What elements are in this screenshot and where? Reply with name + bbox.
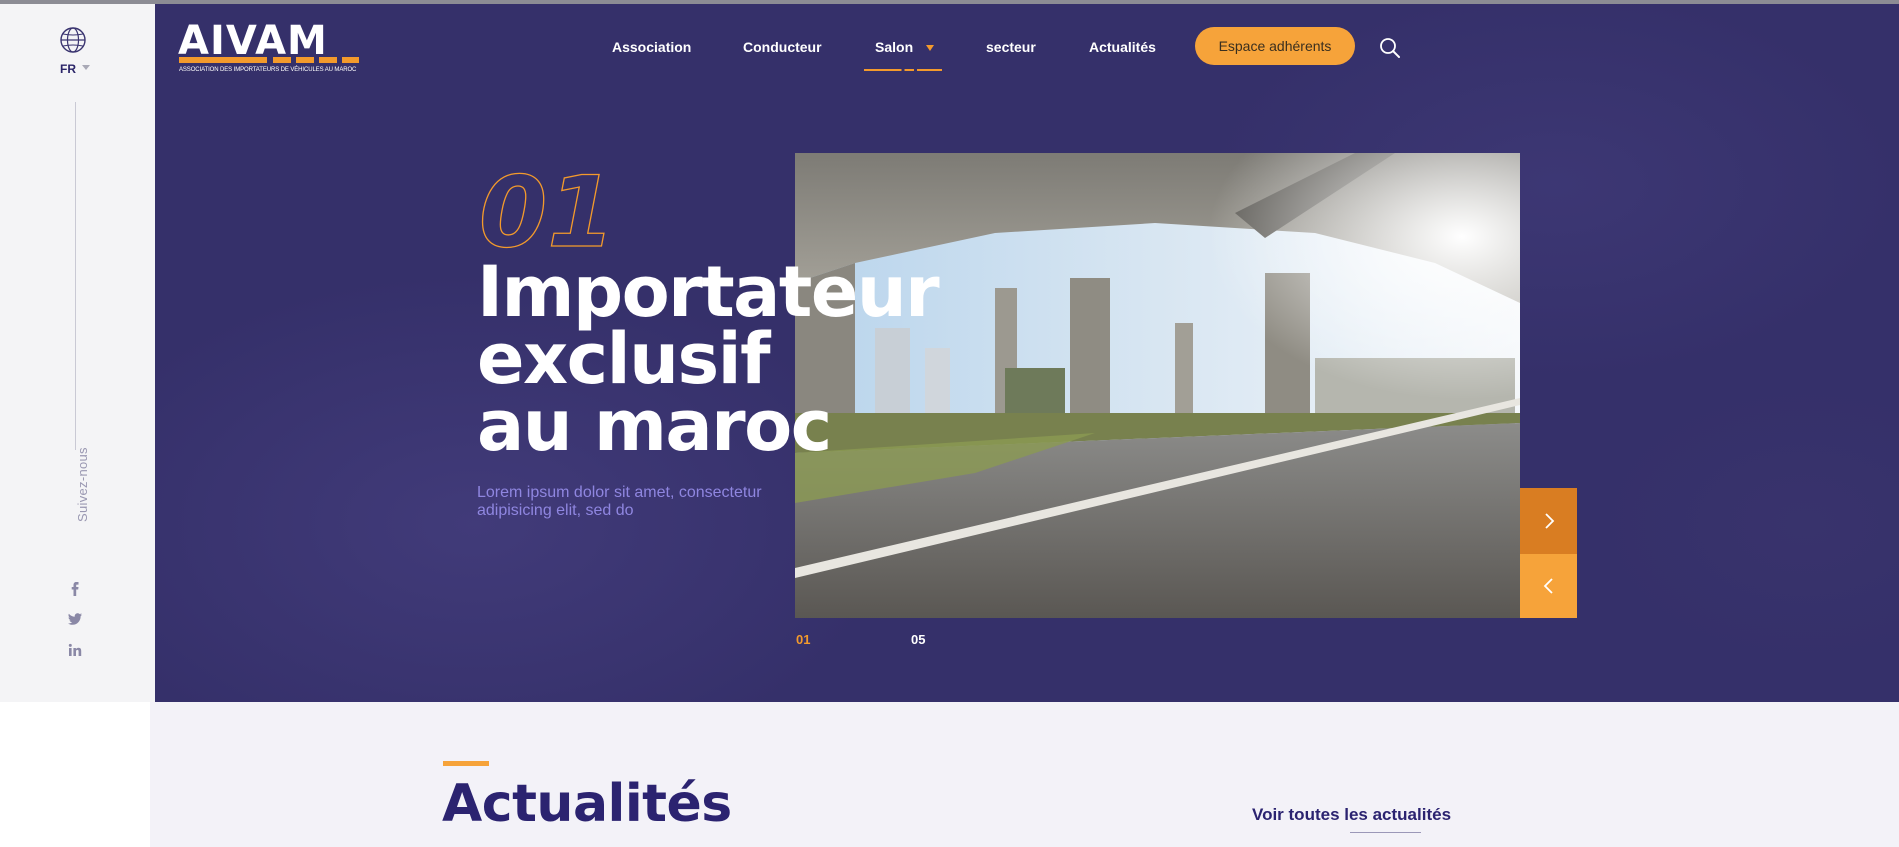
prev-slide-button[interactable] [1520, 554, 1577, 618]
chevron-right-icon [1544, 513, 1554, 529]
chevron-left-icon [1543, 578, 1553, 594]
hero-section: AIVAM ASSOCIATION DES IMPORTATEURS DE VÉ… [155, 4, 1899, 702]
twitter-icon[interactable] [66, 610, 84, 628]
linkedin-icon[interactable] [66, 641, 84, 659]
follow-label: Suivez-nous [75, 447, 90, 522]
nav-item-association[interactable]: Association [612, 39, 691, 55]
slide-number: 01 [478, 156, 616, 270]
news-section: Actualités Voir toutes les actualités [150, 702, 1899, 847]
next-slide-button[interactable] [1520, 488, 1577, 554]
section-title: Actualités [442, 774, 732, 834]
hero-description: Lorem ipsum dolor sit amet, consectetur … [477, 484, 762, 519]
language-selector[interactable]: FR [60, 62, 76, 76]
rail-divider [75, 102, 76, 450]
hero-title-line: au maroc [477, 385, 832, 467]
facebook-icon[interactable] [66, 579, 84, 597]
link-underline [1350, 832, 1421, 833]
search-icon[interactable] [1379, 37, 1401, 59]
see-all-news-link[interactable]: Voir toutes les actualités [1252, 805, 1451, 825]
nav-active-indicator [864, 69, 942, 71]
nav-item-salon[interactable]: Salon [875, 39, 913, 55]
hero-title: Importateur exclusif au maroc [477, 251, 940, 467]
chevron-down-icon[interactable] [82, 65, 90, 70]
logo[interactable]: AIVAM [178, 21, 328, 61]
nav-item-secteur[interactable]: secteur [986, 39, 1036, 55]
left-rail: FR Suivez-nous [0, 0, 156, 702]
nav-item-actualites[interactable]: Actualités [1089, 39, 1156, 55]
espace-adherents-button[interactable]: Espace adhérents [1195, 27, 1355, 65]
section-accent-bar [443, 761, 489, 766]
hero-title-line: exclusif [477, 318, 771, 400]
top-border [0, 0, 1899, 4]
chevron-down-icon[interactable] [926, 45, 934, 51]
slide-counter-current: 01 [796, 632, 811, 647]
logo-bars [179, 57, 359, 63]
logo-tagline: ASSOCIATION DES IMPORTATEURS DE VÉHICULE… [179, 67, 357, 73]
hero-title-line: Importateur [477, 251, 940, 333]
slide-counter-total: 05 [911, 632, 926, 647]
globe-icon[interactable] [58, 25, 88, 55]
nav-item-conducteur[interactable]: Conducteur [743, 39, 822, 55]
